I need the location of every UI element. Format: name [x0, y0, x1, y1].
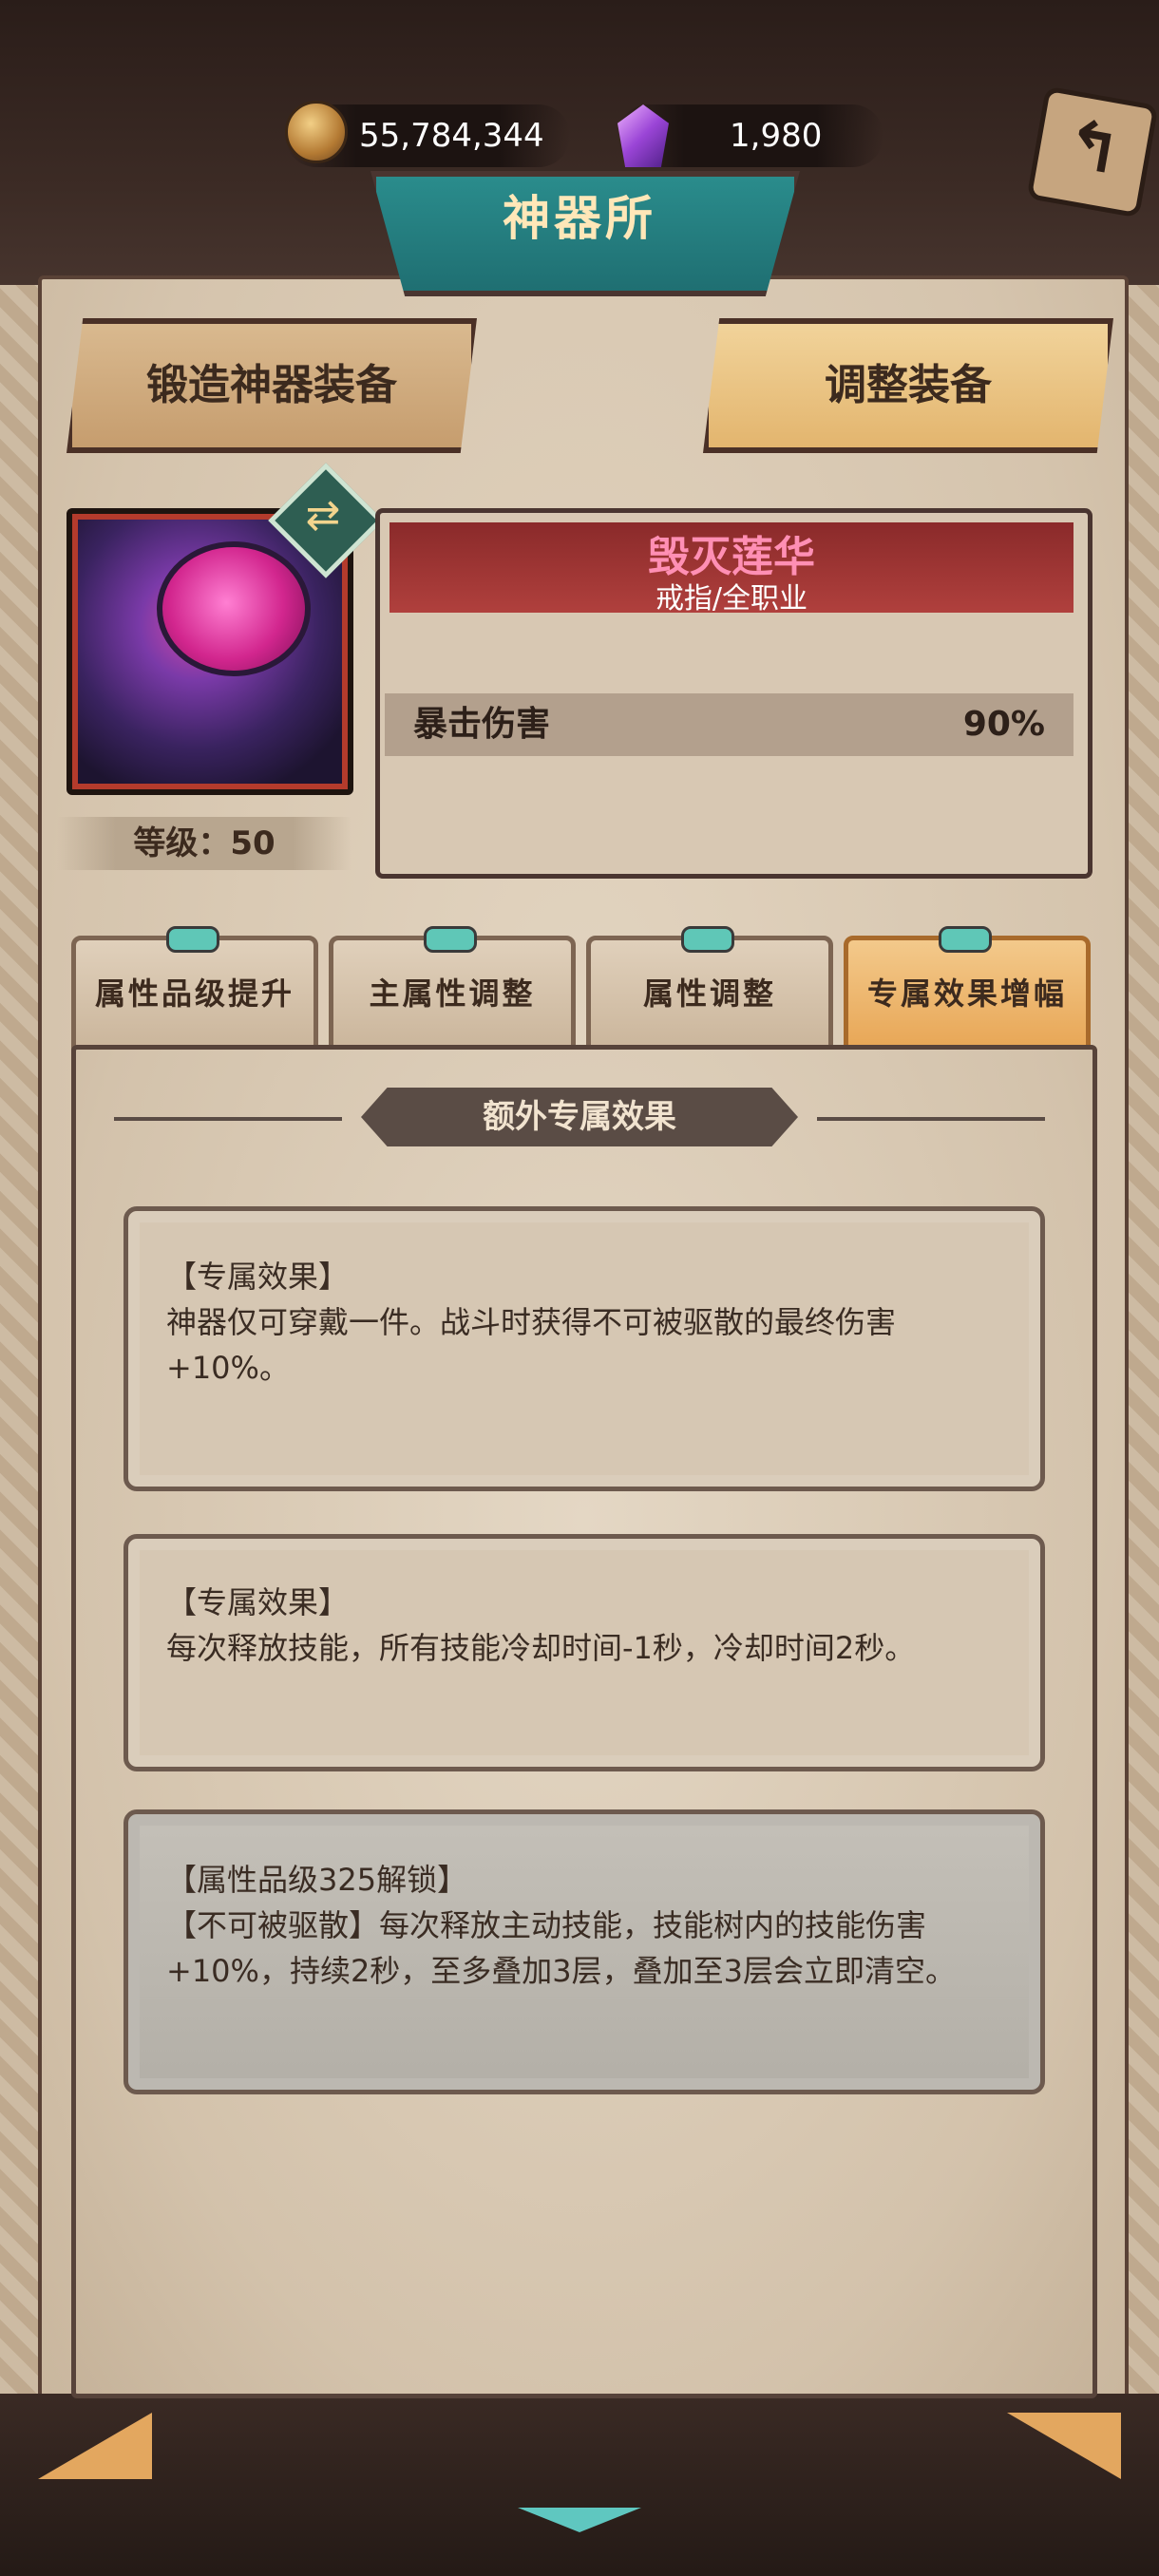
page-title: 神器所 [503, 191, 656, 246]
section-title: 额外专属效果 [361, 1088, 798, 1146]
stat-value: 90% [962, 705, 1045, 744]
item-type: 戒指/全职业 [655, 582, 808, 616]
tab-attribute-grade-up[interactable]: 属性品级提升 [71, 936, 318, 1051]
left-corner-ornament [38, 2413, 152, 2479]
left-border [0, 285, 38, 2470]
effect-body-line1: 神器仅可穿戴一件。战斗时获得不可被驱散的最终伤害 [166, 1304, 897, 1340]
scroll-down-arrow-icon[interactable] [518, 2508, 641, 2532]
right-corner-ornament [1007, 2413, 1121, 2479]
gem-amount: 1,980 [730, 117, 823, 155]
swap-icon: ⇄ [305, 491, 341, 540]
level-label: 等级：50 [57, 817, 352, 870]
adjust-equipment-tab[interactable]: 调整装备 [703, 318, 1113, 453]
gold-coin-icon [285, 101, 348, 163]
tab-main-attribute-adjust[interactable]: 主属性调整 [329, 936, 576, 1051]
bottom-frame [0, 2394, 1159, 2576]
gold-amount: 55,784,344 [359, 117, 544, 155]
tab-gem-icon [681, 926, 734, 953]
effect-body-line1: 每次释放技能，所有技能冷却时间-1秒，冷却时间2秒。 [166, 1630, 916, 1666]
artifact-gem-decoration [157, 541, 311, 676]
forge-artifact-tab[interactable]: 锻造神器装备 [66, 318, 477, 453]
back-arrow-icon: ↰ [1058, 104, 1128, 191]
section-divider-right [817, 1117, 1045, 1121]
effect-body-line2: +10%。 [166, 1350, 290, 1386]
effect-body-line1: 【不可被驱散】每次释放主动技能，技能树内的技能伤害 [166, 1907, 927, 1943]
effect-title: 【专属效果】 [166, 1584, 350, 1620]
back-button[interactable]: ↰ [1026, 85, 1159, 218]
tab-gem-icon [424, 926, 477, 953]
effect-body-line2: +10%，持续2秒，至多叠加3层，叠加至3层会立即清空。 [166, 1953, 957, 1989]
stat-name: 暴击伤害 [413, 705, 551, 744]
tab-exclusive-effect-boost[interactable]: 专属效果增幅 [844, 936, 1091, 1051]
effect-title: 【专属效果】 [166, 1259, 350, 1295]
tab-attribute-adjust[interactable]: 属性调整 [586, 936, 833, 1051]
section-divider-left [114, 1117, 342, 1121]
tab-gem-icon [166, 926, 219, 953]
effect-title: 【属性品级325解锁】 [166, 1862, 468, 1898]
tab-gem-icon [939, 926, 992, 953]
